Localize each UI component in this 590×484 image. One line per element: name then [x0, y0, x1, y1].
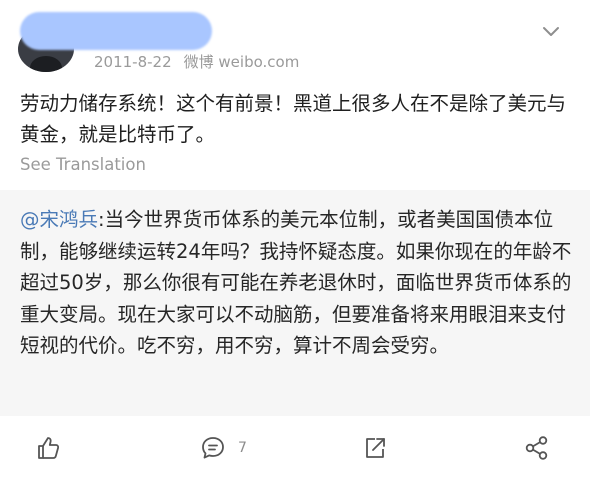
repost-body: :当今世界货币体系的美元本位制，或者美国国债本位制，能够继续运转24年吗？我持怀… — [20, 208, 572, 357]
action-bar: 7 — [0, 426, 590, 472]
like-button[interactable] — [36, 434, 62, 462]
post-text: 劳动力储存系统！这个有前景！黑道上很多人在不是除了美元与黄金，就是比特币了。 — [20, 92, 567, 146]
post-meta: 2011-8-22 微博 weibo.com — [94, 51, 299, 72]
repost-icon — [366, 438, 385, 458]
repost-button[interactable] — [362, 434, 388, 462]
chevron-down-icon[interactable] — [540, 20, 562, 42]
post-date: 2011-8-22 — [94, 53, 172, 71]
share-button[interactable] — [524, 434, 550, 462]
username-redacted[interactable] — [20, 12, 212, 50]
comment-icon — [202, 437, 224, 459]
like-icon — [38, 437, 60, 459]
repost-block[interactable]: @宋鸿兵:当今世界货币体系的美元本位制，或者美国国债本位制，能够继续运转24年吗… — [0, 190, 590, 416]
mention-link[interactable]: @宋鸿兵 — [20, 208, 98, 231]
share-icon — [525, 436, 548, 460]
comment-count: 7 — [238, 440, 247, 456]
see-translation-link[interactable]: See Translation — [20, 155, 146, 174]
repost-text: @宋鸿兵:当今世界货币体系的美元本位制，或者美国国债本位制，能够继续运转24年吗… — [20, 204, 572, 362]
post-source: 微博 weibo.com — [183, 53, 300, 71]
comment-button[interactable]: 7 — [200, 434, 247, 462]
